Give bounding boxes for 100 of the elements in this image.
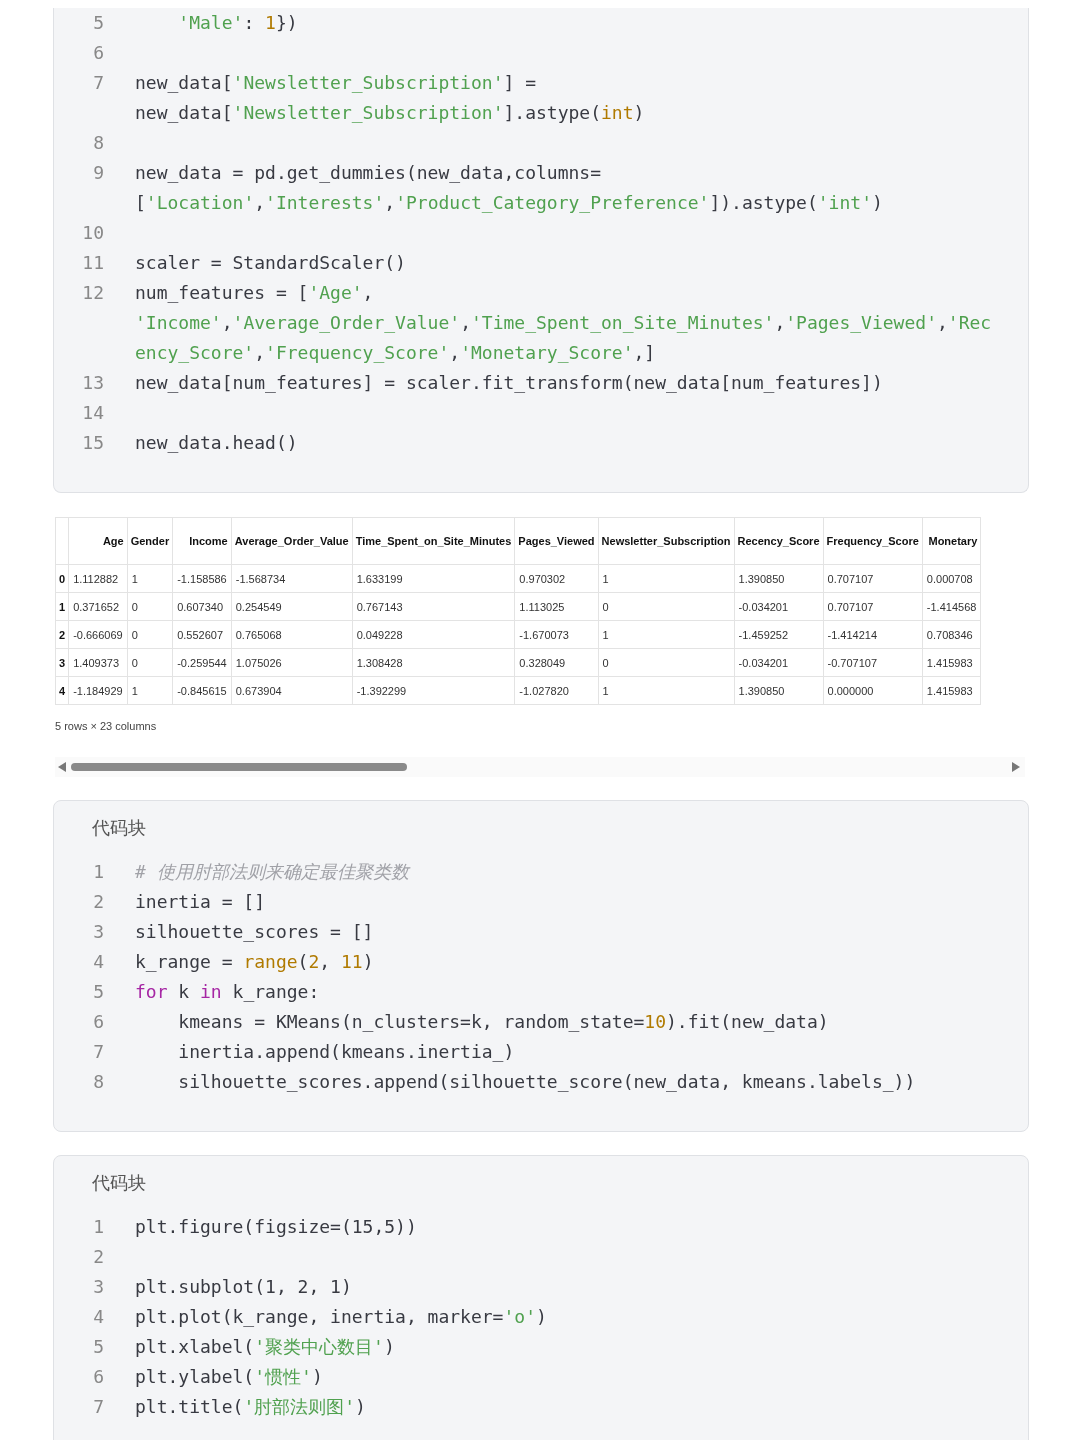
code-line: plt.ylabel('惯性') (135, 1365, 323, 1389)
code-line: plt.plot(k_range, inertia, marker='o') (135, 1305, 547, 1329)
table-cell: 0.707107 (823, 564, 923, 593)
table-cell: 0 (598, 648, 735, 677)
code-line: plt.title('肘部法则图') (135, 1395, 366, 1419)
table-cell: 0.765068 (231, 620, 353, 649)
code-line: scaler = StandardScaler() (135, 251, 406, 275)
line-number: 3 (92, 920, 104, 944)
table-cell: 0.708346 (922, 620, 981, 649)
table-cell: 1.633199 (352, 564, 515, 593)
column-header: Monetary (922, 517, 981, 565)
code-line: k_range = range(2, 11) (135, 950, 374, 974)
table-cell: 0.371652 (68, 592, 128, 621)
table-cell: 0.607340 (172, 592, 232, 621)
table-cell: 1 (598, 620, 735, 649)
code-line: # 使用肘部法则来确定最佳聚类数 (135, 860, 409, 884)
table-cell: 1 (127, 564, 173, 593)
table-cell: 0.000708 (922, 564, 981, 593)
line-number: 6 (92, 41, 104, 65)
line-number: 5 (92, 1335, 104, 1359)
table-cell: 1.415983 (922, 676, 981, 705)
table-cell: 1.308428 (352, 648, 515, 677)
table-cell: 1 (127, 676, 173, 705)
code-line: num_features = ['Age', (135, 281, 375, 305)
table-cell: -1.027820 (514, 676, 599, 705)
line-number: 6 (92, 1365, 104, 1389)
table-cell: 0.328049 (514, 648, 599, 677)
line-number: 10 (81, 221, 104, 245)
table-cell: -1.184929 (68, 676, 128, 705)
line-number: 11 (81, 251, 104, 275)
line-number: 3 (92, 1275, 104, 1299)
line-number: 13 (81, 371, 104, 395)
table-cell: 0.673904 (231, 676, 353, 705)
table-caption: 5 rows × 23 columns (55, 720, 158, 732)
row-index: 1 (55, 592, 69, 621)
line-number: 6 (92, 1010, 104, 1034)
column-header: Frequency_Score (823, 517, 923, 565)
table-cell: 0.767143 (352, 592, 515, 621)
table-cell: 1.409373 (68, 648, 128, 677)
code-line: new_data['Newsletter_Subscription'] = (135, 71, 537, 95)
column-header: Pages_Viewed (514, 517, 599, 565)
table-cell: -0.034201 (734, 592, 823, 621)
line-number: 9 (92, 161, 104, 185)
scrollbar-thumb[interactable] (71, 763, 407, 771)
code-line: new_data['Newsletter_Subscription'].astype(int) (135, 101, 645, 125)
line-number: 2 (92, 1245, 104, 1269)
table-cell: -1.158586 (172, 564, 232, 593)
table-cell: 1.075026 (231, 648, 353, 677)
row-index: 4 (55, 676, 69, 705)
row-index: 3 (55, 648, 69, 677)
line-number: 1 (92, 860, 104, 884)
table-cell: 0.254549 (231, 592, 353, 621)
column-header: Recency_Score (734, 517, 823, 565)
table-cell: 0.000000 (823, 676, 923, 705)
column-header: Newsletter_Subscription (598, 517, 735, 565)
line-number: 4 (92, 1305, 104, 1329)
table-cell: 1.390850 (734, 564, 823, 593)
line-number: 7 (92, 1395, 104, 1419)
table-cell: 0 (127, 592, 173, 621)
scroll-right-icon[interactable] (1012, 762, 1020, 772)
column-header: Income (172, 517, 232, 565)
code-line: 'Male': 1}) (177, 11, 298, 35)
line-number: 8 (92, 131, 104, 155)
row-index: 2 (55, 620, 69, 649)
table-cell: 1.415983 (922, 648, 981, 677)
table-cell: 1.113025 (514, 592, 599, 621)
code-line: inertia.append(kmeans.inertia_) (177, 1040, 515, 1064)
table-cell: -1.414214 (823, 620, 923, 649)
table-cell: 0.970302 (514, 564, 599, 593)
table-cell: 0 (127, 620, 173, 649)
column-header: Average_Order_Value (231, 517, 353, 565)
table-cell: -1.414568 (922, 592, 981, 621)
table-cell: -1.459252 (734, 620, 823, 649)
line-number: 1 (92, 1215, 104, 1239)
table-cell: -0.845615 (172, 676, 232, 705)
line-number: 14 (81, 401, 104, 425)
code-line: new_data = pd.get_dummies(new_data,columns= (135, 161, 602, 185)
line-number: 5 (92, 980, 104, 1004)
table-cell: -1.392299 (352, 676, 515, 705)
table-cell: -0.707107 (823, 648, 923, 677)
column-header: Time_Spent_on_Site_Minutes (352, 517, 515, 565)
column-header: Age (68, 517, 128, 565)
code-block-title: 代码块 (91, 1171, 147, 1195)
table-cell: -1.568734 (231, 564, 353, 593)
horizontal-scrollbar[interactable] (55, 757, 1025, 777)
code-line: new_data[num_features] = scaler.fit_transform(new_data[num_features]) (135, 371, 883, 395)
table-cell: 0.552607 (172, 620, 232, 649)
code-line: for k in k_range: (135, 980, 320, 1004)
line-number: 4 (92, 950, 104, 974)
line-number: 5 (92, 11, 104, 35)
code-line: silhouette_scores = [] (135, 920, 374, 944)
line-number: 15 (81, 431, 104, 455)
table-cell: -1.670073 (514, 620, 599, 649)
line-number: 7 (92, 71, 104, 95)
table-cell: 0.707107 (823, 592, 923, 621)
line-number: 7 (92, 1040, 104, 1064)
scroll-left-icon[interactable] (58, 762, 66, 772)
table-cell: 1.112882 (68, 564, 128, 593)
table-cell: -0.666069 (68, 620, 128, 649)
table-cell: 0 (127, 648, 173, 677)
